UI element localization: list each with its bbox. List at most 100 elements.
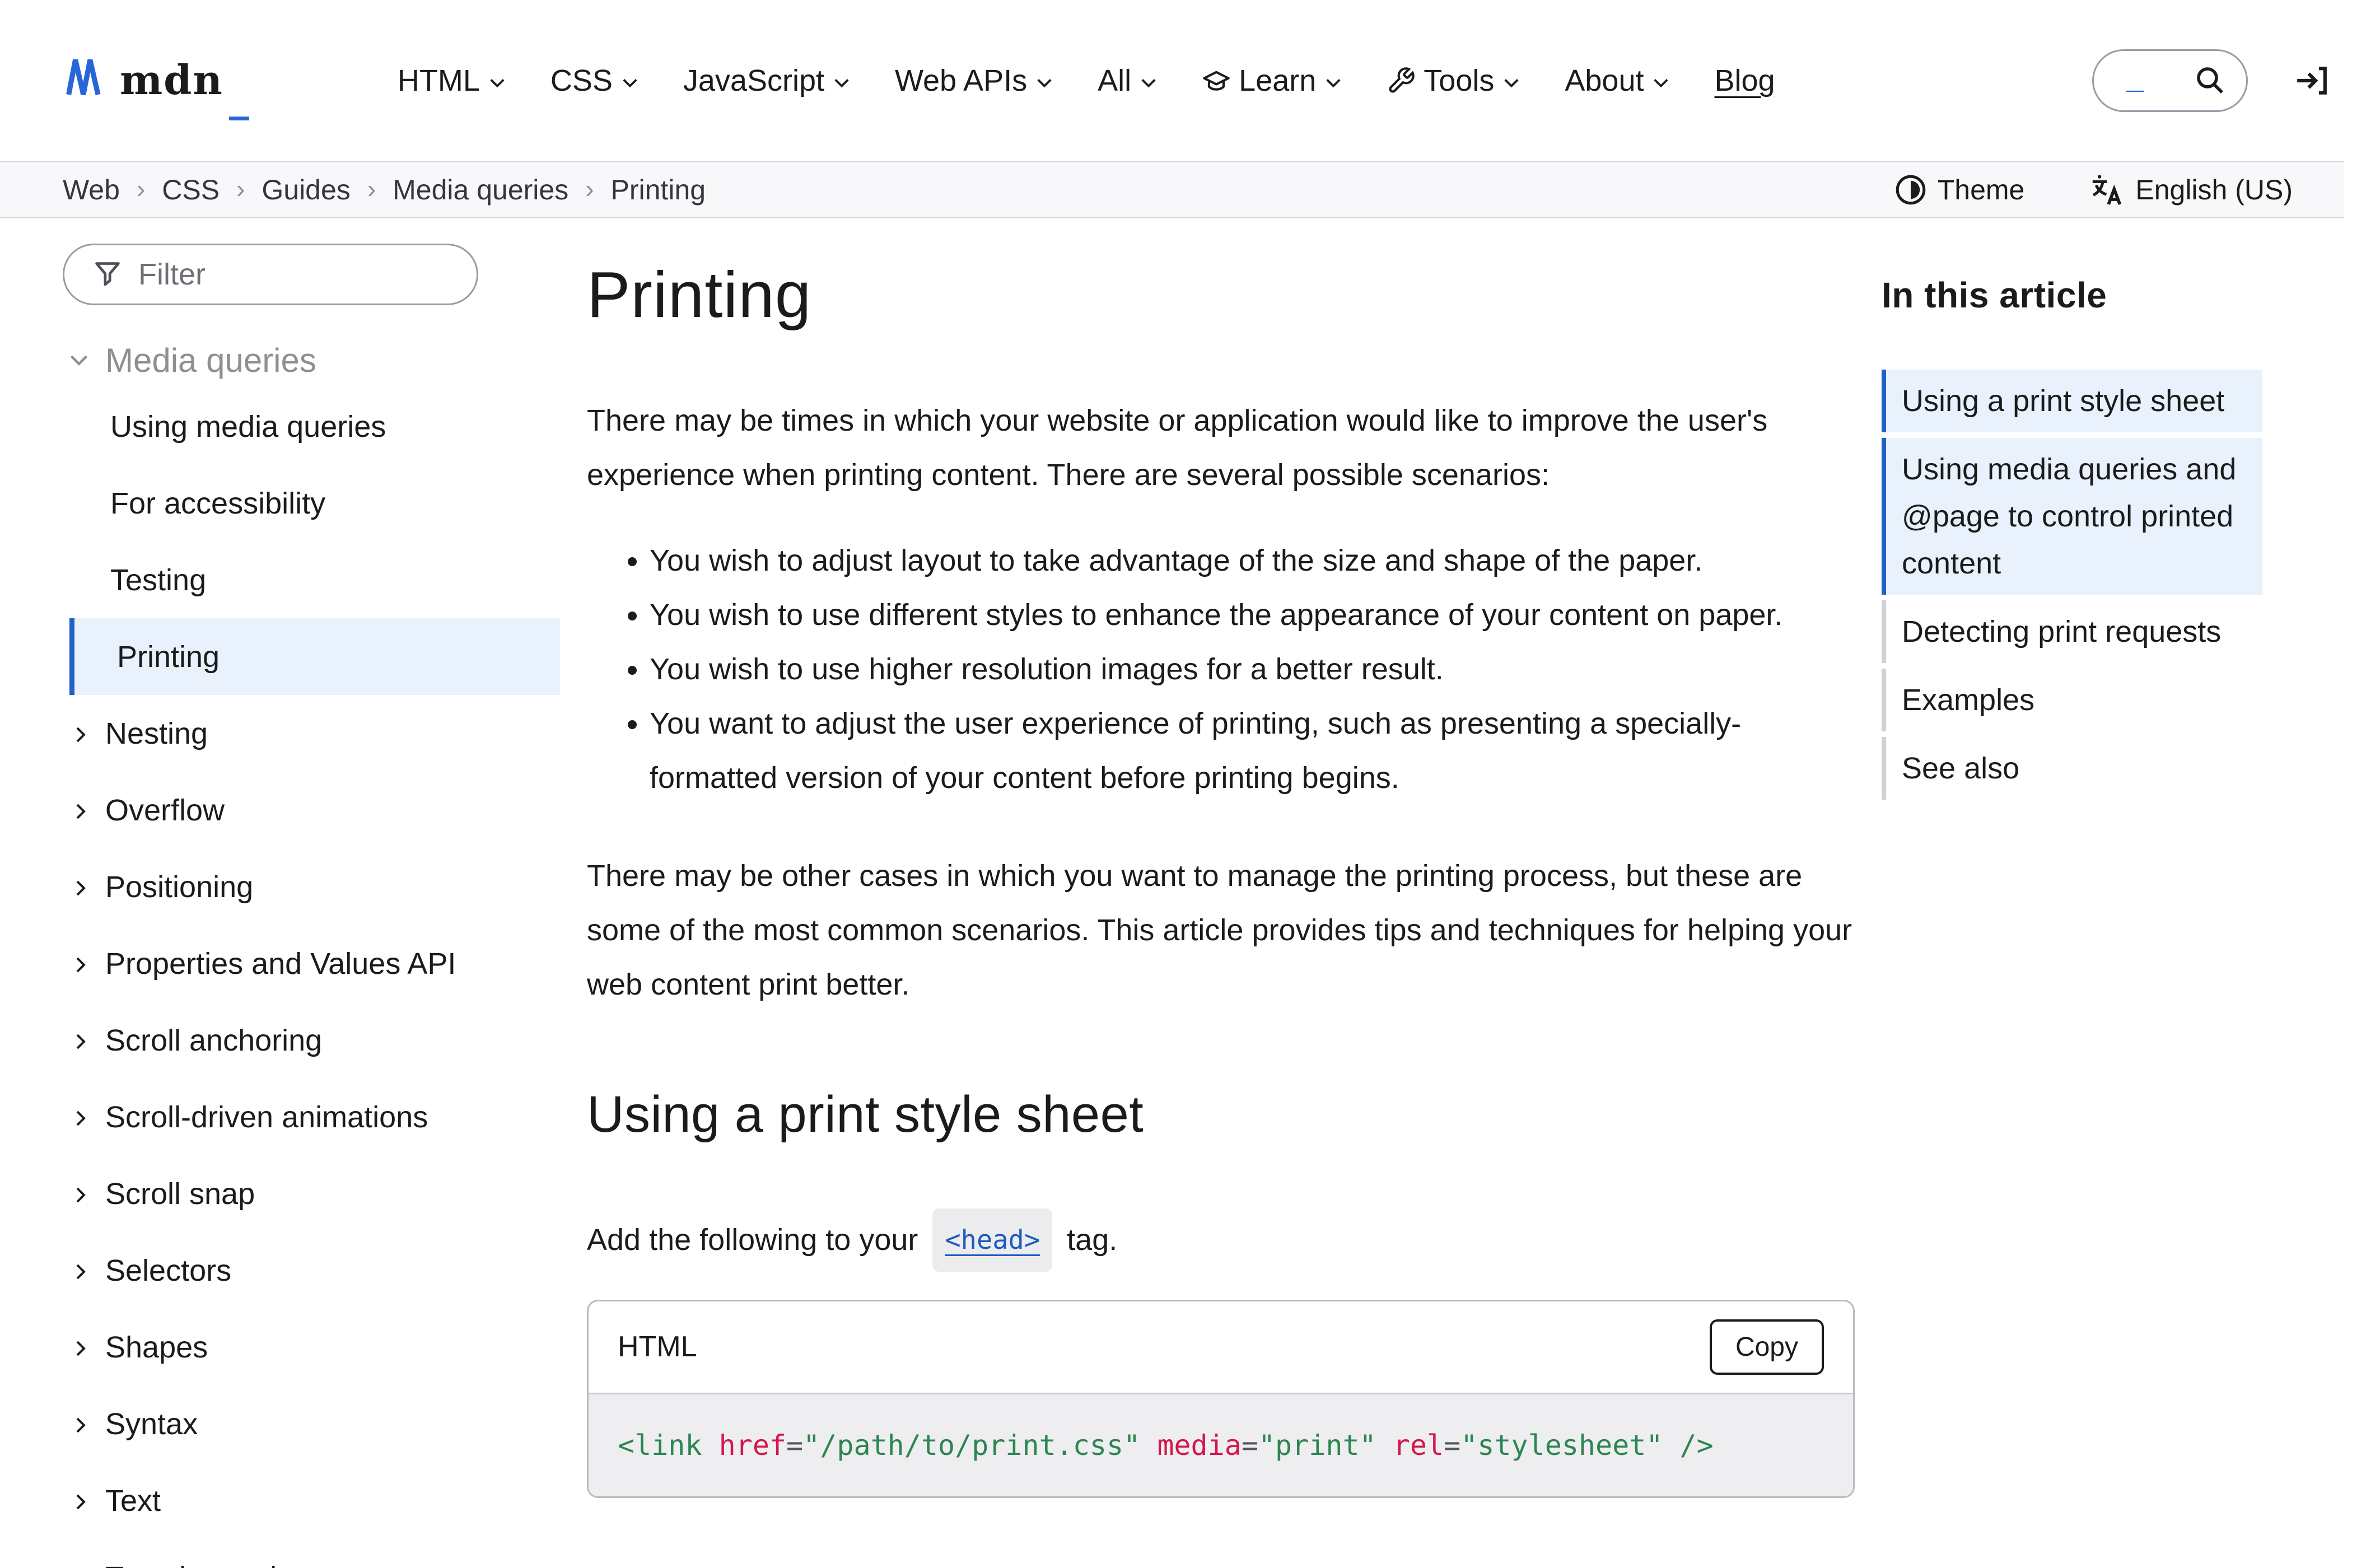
code-token: <link <box>618 1429 702 1462</box>
sidebar-item-positioning[interactable]: Positioning <box>63 848 560 925</box>
sidebar-item-label: Testing <box>110 563 206 598</box>
sidebar-item-label: Using media queries <box>110 409 386 444</box>
page-title: Printing <box>587 258 1855 332</box>
nav-item-about[interactable]: About <box>1565 63 1670 98</box>
toc-item-see-also[interactable]: See also <box>1882 737 2262 800</box>
toc-item-using-media-queries-and-page[interactable]: Using media queries and @page to control… <box>1882 438 2262 595</box>
code-token: /> <box>1680 1429 1714 1462</box>
sidebar-item-syntax[interactable]: Syntax <box>63 1385 560 1462</box>
breadcrumb-controls: Theme English (US) <box>1895 174 2293 206</box>
wrench-icon <box>1387 66 1416 95</box>
toc-item-examples[interactable]: Examples <box>1882 669 2262 731</box>
sidebar-item-label: Printing <box>117 640 220 674</box>
scenario-list: You wish to adjust layout to take advant… <box>587 534 1855 805</box>
list-item: You wish to use different styles to enha… <box>650 588 1855 642</box>
nav-item-label: About <box>1565 63 1644 98</box>
sidebar-item-printing-active[interactable]: Printing <box>69 618 560 695</box>
sidebar-item-shapes[interactable]: Shapes <box>63 1309 560 1385</box>
chevron-right-icon <box>71 725 91 745</box>
sidebar: Media queries Using media queries For ac… <box>63 218 560 1568</box>
search-icon[interactable] <box>2195 65 2226 96</box>
sidebar-item-text[interactable]: Text <box>63 1462 560 1539</box>
sidebar-item-label: Selectors <box>105 1253 231 1288</box>
toc-item-detecting-print-requests[interactable]: Detecting print requests <box>1882 600 2262 663</box>
nav-item-label: JavaScript <box>683 63 824 98</box>
nav-item-html[interactable]: HTML <box>398 63 507 98</box>
breadcrumb-separator: › <box>236 174 245 204</box>
sidebar-item-testing[interactable]: Testing <box>63 542 560 618</box>
mdn-logo-m-icon <box>63 57 114 97</box>
breadcrumb: Web › CSS › Guides › Media queries › Pri… <box>63 174 706 206</box>
site-header: mdn _ HTML CSS JavaScript Web APIs All L… <box>0 0 2380 161</box>
chevron-right-icon <box>71 878 91 898</box>
breadcrumb-item-media-queries[interactable]: Media queries <box>393 174 568 206</box>
breadcrumb-item-web[interactable]: Web <box>63 174 120 206</box>
filter-funnel-icon <box>94 260 122 288</box>
toc: In this article Using a print style shee… <box>1882 218 2313 800</box>
sign-in-icon <box>2294 63 2328 98</box>
sidebar-item-selectors[interactable]: Selectors <box>63 1232 560 1309</box>
nav-item-label: Blog <box>1714 63 1775 98</box>
nav-item-javascript[interactable]: JavaScript <box>683 63 851 98</box>
nav-item-label: HTML <box>398 63 480 98</box>
code-token: = <box>1444 1429 1460 1462</box>
nav-item-blog[interactable]: Blog <box>1714 63 1775 98</box>
chevron-down-icon <box>1324 74 1343 91</box>
breadcrumb-separator: › <box>585 174 594 204</box>
chevron-right-icon <box>71 1338 91 1359</box>
code-token: "stylesheet" <box>1460 1429 1663 1462</box>
breadcrumb-item-printing[interactable]: Printing <box>611 174 706 206</box>
nav-item-label: Learn <box>1239 63 1316 98</box>
nav-item-learn[interactable]: Learn <box>1202 63 1343 98</box>
code-block: HTML Copy <link href="/path/to/print.css… <box>587 1300 1855 1498</box>
list-item: You want to adjust the user experience o… <box>650 697 1855 805</box>
sidebar-item-for-accessibility[interactable]: For accessibility <box>63 465 560 542</box>
sidebar-section-media-queries[interactable]: Media queries <box>63 332 560 388</box>
sidebar-item-label: Nesting <box>105 716 208 751</box>
sidebar-item-properties-and-values-api[interactable]: Properties and Values API <box>63 925 560 1002</box>
sidebar-item-nesting[interactable]: Nesting <box>63 695 560 772</box>
graduation-cap-icon <box>1202 66 1231 95</box>
sign-in-button[interactable] <box>2294 63 2328 98</box>
code-token <box>1140 1429 1157 1462</box>
sidebar-item-text-decoration[interactable]: Text decoration <box>63 1539 560 1568</box>
code-token <box>702 1429 719 1462</box>
code-token: rel <box>1393 1429 1444 1462</box>
nav-item-css[interactable]: CSS <box>550 63 640 98</box>
nav-item-tools[interactable]: Tools <box>1387 63 1521 98</box>
sidebar-top-list: Nesting Overflow Positioning Properties … <box>63 695 560 1568</box>
breadcrumb-item-guides[interactable]: Guides <box>262 174 350 206</box>
sidebar-item-label: Properties and Values API <box>105 946 456 981</box>
chevron-down-icon <box>488 74 507 91</box>
intro-paragraph: There may be times in which your website… <box>587 394 1855 502</box>
sidebar-item-label: For accessibility <box>110 486 325 521</box>
chevron-down-icon <box>620 74 640 91</box>
lead-text-after: tag. <box>1067 1213 1117 1267</box>
mdn-logo-underscore: _ <box>229 77 249 117</box>
filter-input[interactable] <box>138 257 454 292</box>
sidebar-item-label: Scroll snap <box>105 1177 255 1211</box>
breadcrumb-item-css[interactable]: CSS <box>162 174 220 206</box>
code-content: <link href="/path/to/print.css" media="p… <box>589 1393 1853 1496</box>
copy-button[interactable]: Copy <box>1710 1319 1824 1375</box>
chevron-right-icon <box>71 801 91 822</box>
language-button[interactable]: English (US) <box>2090 174 2293 206</box>
nav-item-web-apis[interactable]: Web APIs <box>895 63 1054 98</box>
sidebar-item-scroll-snap[interactable]: Scroll snap <box>63 1155 560 1232</box>
theme-button[interactable]: Theme <box>1895 174 2025 206</box>
sidebar-item-scroll-anchoring[interactable]: Scroll anchoring <box>63 1002 560 1079</box>
sidebar-item-overflow[interactable]: Overflow <box>63 772 560 848</box>
lead-text-before: Add the following to your <box>587 1213 918 1267</box>
toc-item-using-a-print-style-sheet[interactable]: Using a print style sheet <box>1882 370 2262 432</box>
toc-title: In this article <box>1882 274 2313 316</box>
mdn-logo-text: mdn <box>120 60 223 100</box>
sidebar-item-scroll-driven-animations[interactable]: Scroll-driven animations <box>63 1079 560 1155</box>
code-token: "/path/to/print.css" <box>803 1429 1140 1462</box>
nav-item-all[interactable]: All <box>1098 63 1158 98</box>
chevron-right-icon <box>71 1415 91 1435</box>
mdn-logo[interactable]: mdn _ <box>63 57 249 105</box>
head-tag-link[interactable]: <head> <box>932 1208 1052 1272</box>
sidebar-filter[interactable] <box>63 244 478 305</box>
search-box[interactable]: _ <box>2092 49 2248 112</box>
sidebar-item-using-media-queries[interactable]: Using media queries <box>63 388 560 465</box>
